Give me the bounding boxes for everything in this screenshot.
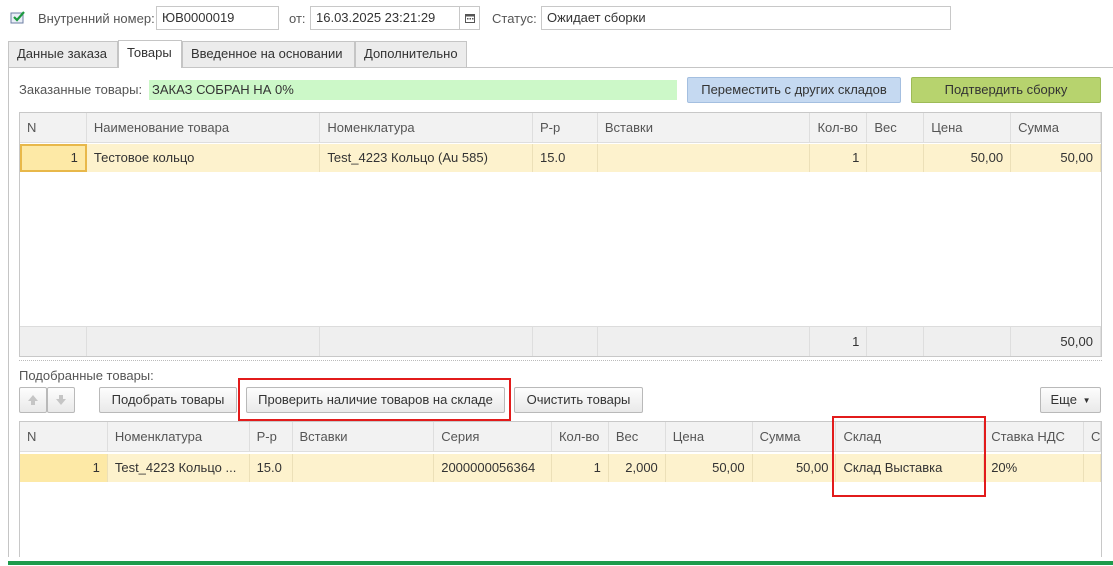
more-button-label: Еще <box>1050 392 1077 407</box>
cell-nomenclature[interactable]: Test_4223 Кольцо (Au 585) <box>320 144 533 172</box>
highlight-check-stock <box>238 378 511 421</box>
cell-product-name[interactable]: Тестовое кольцо <box>86 144 321 172</box>
cell-qty[interactable]: 1 <box>810 144 868 172</box>
cell-n[interactable]: 1 <box>20 144 87 172</box>
arrow-down-icon <box>56 395 66 405</box>
footer-price <box>924 326 1012 356</box>
col-inserts[interactable]: Вставки <box>597 113 811 143</box>
more-button[interactable]: Еще ▼ <box>1040 387 1101 413</box>
confirm-assembly-button[interactable]: Подтвердить сборку <box>911 77 1101 103</box>
move-up-button[interactable] <box>19 387 47 413</box>
col-qty[interactable]: Кол-во <box>810 113 868 143</box>
internal-number-field[interactable]: ЮВ0000019 <box>156 6 279 30</box>
ordered-goods-table[interactable]: N Наименование товара Номенклатура Р-р В… <box>19 112 1102 357</box>
tab-order-data[interactable]: Данные заказа <box>8 41 118 67</box>
col-series[interactable]: Серия <box>434 422 552 452</box>
col-size[interactable]: Р-р <box>533 113 598 143</box>
move-down-button[interactable] <box>47 387 75 413</box>
col-nomenclature[interactable]: Номенклатура <box>320 113 533 143</box>
cell-vat-rate[interactable]: 20% <box>984 454 1084 482</box>
footer-weight <box>867 326 925 356</box>
cell-weight[interactable]: 2,000 <box>608 454 666 482</box>
table-header: N Наименование товара Номенклатура Р-р В… <box>20 113 1101 143</box>
table-row[interactable]: 1 Тестовое кольцо Test_4223 Кольцо (Au 5… <box>20 144 1101 172</box>
cell-n[interactable]: 1 <box>20 454 108 482</box>
footer-qty-total: 1 <box>810 326 868 356</box>
cell-extra[interactable] <box>1084 454 1101 482</box>
footer-size <box>533 326 598 356</box>
status-field[interactable]: Ожидает сборки <box>541 6 951 30</box>
tab-additional[interactable]: Дополнительно <box>355 41 467 67</box>
footer-n <box>20 326 87 356</box>
col-weight[interactable]: Вес <box>608 422 666 452</box>
clear-goods-button[interactable]: Очистить товары <box>514 387 643 413</box>
col-product-name[interactable]: Наименование товара <box>86 113 321 143</box>
cell-series[interactable]: 2000000056364 <box>434 454 552 482</box>
footer-nomenclature <box>320 326 533 356</box>
cell-nomenclature[interactable]: Test_4223 Кольцо ... <box>107 454 250 482</box>
col-extra[interactable]: С <box>1084 422 1101 452</box>
cell-sum[interactable]: 50,00 <box>752 454 837 482</box>
col-size[interactable]: Р-р <box>249 422 293 452</box>
col-inserts[interactable]: Вставки <box>292 422 435 452</box>
ordered-goods-label: Заказанные товары: <box>19 82 143 97</box>
calendar-icon[interactable] <box>459 7 479 29</box>
arrow-up-icon <box>28 395 38 405</box>
cell-qty[interactable]: 1 <box>551 454 609 482</box>
cell-weight[interactable] <box>867 144 925 172</box>
document-check-icon <box>10 10 26 24</box>
cell-price[interactable]: 50,00 <box>665 454 753 482</box>
move-from-warehouses-button[interactable]: Переместить с других складов <box>687 77 901 103</box>
cell-size[interactable]: 15.0 <box>249 454 293 482</box>
section-splitter[interactable] <box>19 360 1102 361</box>
tab-goods[interactable]: Товары <box>118 40 182 68</box>
cell-size[interactable]: 15.0 <box>533 144 598 172</box>
highlight-warehouse-column <box>832 416 986 497</box>
table-footer: 1 50,00 <box>20 326 1101 356</box>
col-sum[interactable]: Сумма <box>752 422 837 452</box>
footer-product-name <box>86 326 321 356</box>
cell-sum[interactable]: 50,00 <box>1011 144 1101 172</box>
chevron-down-icon: ▼ <box>1082 395 1091 405</box>
col-n[interactable]: N <box>20 422 108 452</box>
col-price[interactable]: Цена <box>665 422 753 452</box>
cell-inserts[interactable] <box>292 454 435 482</box>
footer-inserts <box>597 326 811 356</box>
cell-price[interactable]: 50,00 <box>924 144 1012 172</box>
cell-inserts[interactable] <box>597 144 811 172</box>
col-n[interactable]: N <box>20 113 87 143</box>
col-weight[interactable]: Вес <box>867 113 925 143</box>
col-vat-rate[interactable]: Ставка НДС <box>984 422 1084 452</box>
footer-sum-total: 50,00 <box>1011 326 1101 356</box>
internal-number-label: Внутренний номер: <box>38 11 155 26</box>
col-qty[interactable]: Кол-во <box>551 422 609 452</box>
date-value: 16.03.2025 23:21:29 <box>316 10 436 25</box>
tab-based-on[interactable]: Введенное на основании <box>182 41 355 67</box>
bottom-accent-line <box>8 561 1113 565</box>
pick-goods-button[interactable]: Подобрать товары <box>99 387 237 413</box>
picked-goods-label: Подобранные товары: <box>19 368 154 383</box>
date-label: от: <box>289 11 306 26</box>
date-field[interactable]: 16.03.2025 23:21:29 <box>310 6 480 30</box>
assembly-progress: ЗАКАЗ СОБРАН НА 0% <box>149 80 677 100</box>
col-sum[interactable]: Сумма <box>1011 113 1101 143</box>
col-price[interactable]: Цена <box>924 113 1012 143</box>
col-nomenclature[interactable]: Номенклатура <box>107 422 250 452</box>
status-label: Статус: <box>492 11 537 26</box>
